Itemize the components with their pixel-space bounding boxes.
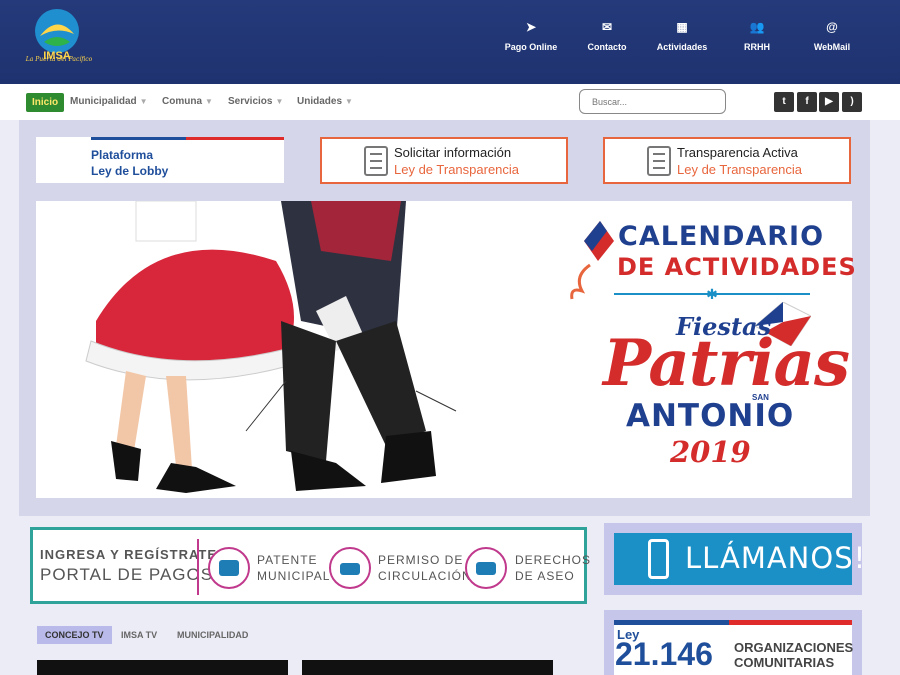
solicitar-informacion-link[interactable]: Solicitar información Ley de Transparenc… bbox=[320, 137, 568, 184]
chevron-down-icon: ▼ bbox=[345, 97, 353, 106]
quick-link-contacto[interactable]: ✉ Contacto bbox=[572, 18, 642, 52]
tab-concejo-tv[interactable]: CONCEJO TV bbox=[37, 626, 112, 644]
nav-item-comuna[interactable]: Comuna ▼ bbox=[162, 93, 213, 111]
chevron-down-icon: ▼ bbox=[139, 97, 148, 106]
nav-home[interactable]: Inicio bbox=[26, 93, 65, 112]
dancers-image bbox=[85, 201, 457, 493]
tab-imsa-tv[interactable]: IMSA TV bbox=[121, 626, 157, 644]
envelope-icon: ✉ bbox=[601, 20, 613, 34]
transparencia-activa-link[interactable]: Transparencia Activa Ley de Transparenci… bbox=[603, 137, 851, 184]
decorative-divider: ✱ bbox=[614, 286, 810, 302]
quick-link-webmail[interactable]: @ WebMail bbox=[797, 18, 867, 52]
youtube-icon[interactable]: ▶ bbox=[819, 92, 839, 112]
calendar-icon: ▦ bbox=[676, 20, 688, 34]
video-player[interactable] bbox=[37, 660, 288, 675]
quick-link-actividades[interactable]: ▦ Actividades bbox=[647, 18, 717, 52]
facebook-icon[interactable]: f bbox=[797, 92, 817, 112]
car-icon bbox=[329, 547, 371, 589]
chevron-down-icon: ▼ bbox=[205, 97, 213, 106]
document-icon bbox=[364, 146, 388, 176]
cash-register-icon bbox=[208, 547, 250, 589]
users-icon: 👥 bbox=[749, 20, 765, 34]
logo-tagline: La Puerta del Pacífico bbox=[25, 56, 93, 63]
at-icon: @ bbox=[826, 20, 838, 34]
video-player[interactable] bbox=[302, 660, 553, 675]
kite-icon bbox=[570, 221, 614, 300]
nav-item-unidades[interactable]: Unidades ▼ bbox=[297, 93, 353, 111]
phone-icon bbox=[648, 539, 669, 579]
nav-item-servicios[interactable]: Servicios ▼ bbox=[228, 93, 283, 111]
lobby-platform-link[interactable]: Plataforma Ley de Lobby bbox=[36, 137, 284, 183]
quick-link-rrhh[interactable]: 👥 RRHH bbox=[722, 18, 792, 52]
banner-title: CALENDARIO bbox=[618, 221, 825, 252]
tab-municipalidad[interactable]: MUNICIPALIDAD bbox=[177, 626, 248, 644]
banner-subtitle: DE ACTIVIDADES bbox=[617, 253, 857, 281]
rss-icon[interactable]: ) bbox=[842, 92, 862, 112]
quick-link-pago-online[interactable]: ➤ Pago Online bbox=[496, 18, 566, 52]
svg-text:✱: ✱ bbox=[706, 286, 718, 302]
document-icon bbox=[647, 146, 671, 176]
twitter-icon[interactable]: t bbox=[774, 92, 794, 112]
nav-item-municipalidad[interactable]: Municipalidad ▼ bbox=[70, 93, 148, 111]
paper-plane-icon: ➤ bbox=[525, 20, 537, 34]
truck-icon bbox=[465, 547, 507, 589]
chevron-down-icon: ▼ bbox=[275, 97, 284, 106]
payment-portal-banner[interactable]: INGRESA Y REGÍSTRATE PORTAL DE PAGOS PAT… bbox=[30, 527, 590, 604]
search-input[interactable] bbox=[579, 89, 726, 114]
